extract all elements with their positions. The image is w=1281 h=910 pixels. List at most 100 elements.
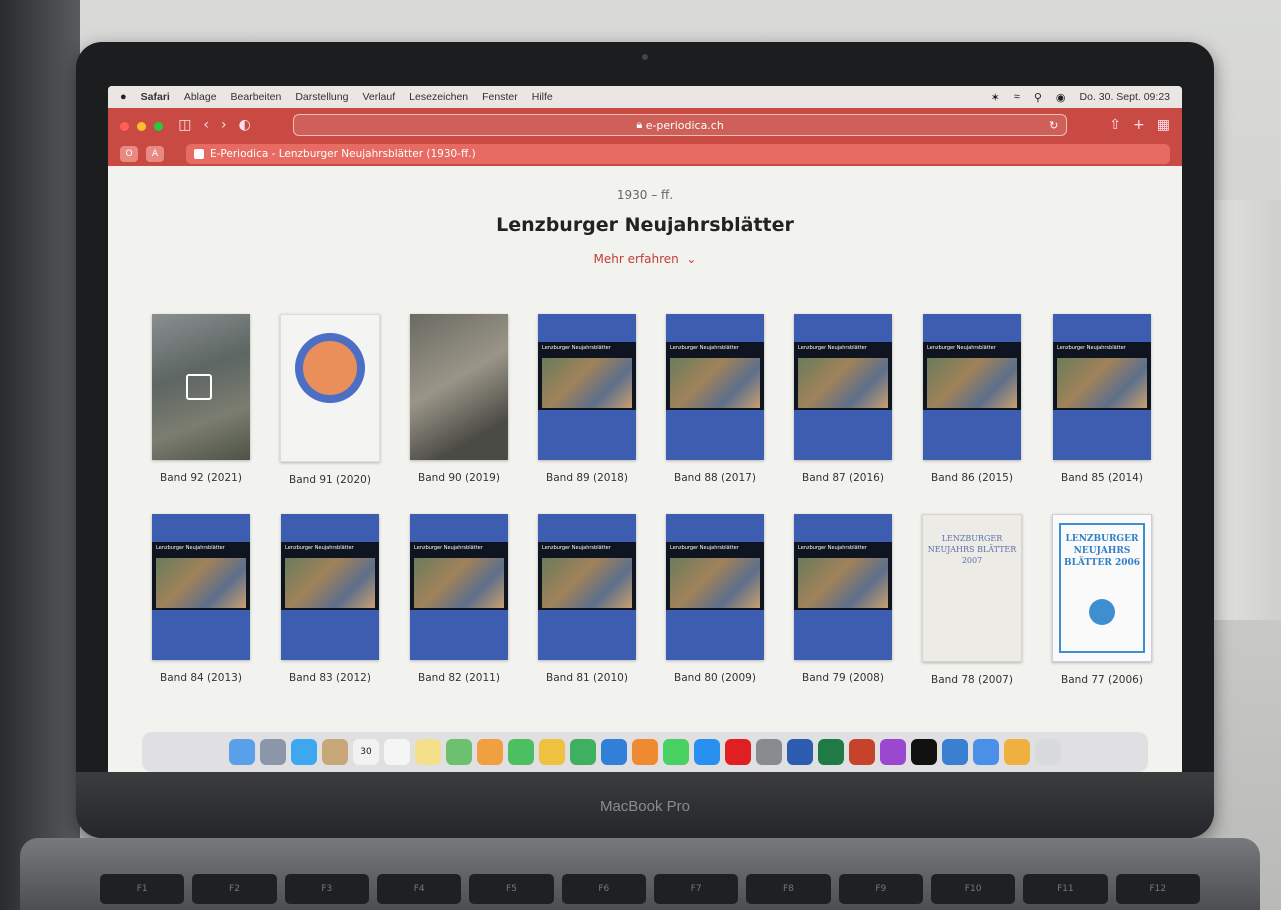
forward-icon[interactable]: › — [221, 117, 227, 133]
volume-label[interactable]: Band 79 (2008) — [802, 672, 884, 684]
dock-settings-icon[interactable] — [756, 739, 782, 765]
menu-darstellung[interactable]: Darstellung — [295, 91, 348, 103]
volume-item[interactable]: Lenzburger Neujahrsblätter Band 81 (2010) — [538, 514, 636, 686]
dock-pages-icon[interactable] — [1004, 739, 1030, 765]
volume-item[interactable]: Lenzburger Neujahrsblätter Band 89 (2018) — [538, 314, 636, 486]
volume-cover[interactable]: Lenzburger Neujahrsblätter — [923, 314, 1021, 460]
back-icon[interactable]: ‹ — [203, 117, 209, 133]
volume-item[interactable]: Band 91 (2020) — [280, 314, 380, 486]
menu-bearbeiten[interactable]: Bearbeiten — [231, 91, 282, 103]
dock-preview-icon[interactable] — [942, 739, 968, 765]
volume-label[interactable]: Band 80 (2009) — [674, 672, 756, 684]
volume-cover[interactable]: Lenzburger Neujahrsblätter — [666, 514, 764, 660]
volume-label[interactable]: Band 84 (2013) — [160, 672, 242, 684]
menu-hilfe[interactable]: Hilfe — [532, 91, 553, 103]
volume-item[interactable]: Lenzburger Neujahrsblätter Band 86 (2015) — [922, 314, 1022, 486]
volume-label[interactable]: Band 82 (2011) — [418, 672, 500, 684]
dock-maps-icon[interactable] — [446, 739, 472, 765]
volume-cover[interactable]: Lenzburger Neujahrsblätter — [1053, 314, 1151, 460]
volume-cover[interactable]: Lenzburger Neujahrsblätter — [538, 514, 636, 660]
wifi-icon[interactable]: ≈ — [1014, 91, 1020, 103]
pinned-tab-2[interactable]: A — [146, 146, 164, 162]
volume-item[interactable]: Band 92 (2021) — [152, 314, 250, 486]
dock-app-store-icon[interactable] — [694, 739, 720, 765]
spotlight-search-icon[interactable]: ⚲ — [1034, 91, 1042, 104]
dock-apple-tv-icon[interactable] — [911, 739, 937, 765]
dock-finder-icon[interactable] — [229, 739, 255, 765]
share-icon[interactable]: ⇧ — [1109, 117, 1121, 133]
volume-label[interactable]: Band 87 (2016) — [802, 472, 884, 484]
volume-cover[interactable]: Lenzburger Neujahrsblätter — [410, 514, 508, 660]
menu-ablage[interactable]: Ablage — [184, 91, 217, 103]
volume-cover[interactable]: Lenzburger Neujahrsblätter — [794, 314, 892, 460]
tab-overview-icon[interactable]: ▦ — [1157, 117, 1170, 133]
new-tab-icon[interactable]: + — [1133, 117, 1145, 133]
volume-label[interactable]: Band 85 (2014) — [1061, 472, 1143, 484]
apple-menu-icon[interactable]: ● — [120, 91, 127, 103]
dock-contacts-icon[interactable] — [322, 739, 348, 765]
dock-photos-icon[interactable] — [477, 739, 503, 765]
volume-item[interactable]: LENZBURGER NEUJAHRS BLÄTTER 2006 Band 77 … — [1052, 514, 1152, 686]
volume-item[interactable]: Band 90 (2019) — [410, 314, 508, 486]
volume-item[interactable]: Lenzburger Neujahrsblätter Band 85 (2014) — [1052, 314, 1152, 486]
pinned-tab-1[interactable]: O — [120, 146, 138, 162]
zoom-window-icon[interactable] — [154, 121, 164, 131]
dock-powerpoint-icon[interactable] — [849, 739, 875, 765]
dock-reminders-icon[interactable] — [384, 739, 410, 765]
minimize-window-icon[interactable] — [137, 121, 147, 131]
dock-podcasts-icon[interactable] — [880, 739, 906, 765]
volume-cover[interactable]: LENZBURGER NEUJAHRS BLÄTTER 2007 — [922, 514, 1022, 662]
dock-messages-icon[interactable] — [663, 739, 689, 765]
dock-launchpad-icon[interactable] — [260, 739, 286, 765]
volume-cover[interactable] — [410, 314, 508, 460]
volume-label[interactable]: Band 90 (2019) — [418, 472, 500, 484]
volume-label[interactable]: Band 88 (2017) — [674, 472, 756, 484]
privacy-shield-icon[interactable]: ◐ — [239, 117, 251, 133]
dock-trash-icon[interactable] — [1035, 739, 1061, 765]
menu-fenster[interactable]: Fenster — [482, 91, 518, 103]
volume-cover[interactable]: Lenzburger Neujahrsblätter — [152, 514, 250, 660]
dock-notes-icon[interactable] — [415, 739, 441, 765]
control-center-icon[interactable]: ◉ — [1056, 91, 1066, 104]
volume-cover[interactable]: Lenzburger Neujahrsblätter — [281, 514, 379, 660]
volume-item[interactable]: Lenzburger Neujahrsblätter Band 87 (2016) — [794, 314, 892, 486]
volume-item[interactable]: LENZBURGER NEUJAHRS BLÄTTER 2007 Band 78 … — [922, 514, 1022, 686]
volume-label[interactable]: Band 91 (2020) — [289, 474, 371, 486]
dock-facetime-icon[interactable] — [508, 739, 534, 765]
volume-item[interactable]: Lenzburger Neujahrsblätter Band 84 (2013) — [152, 514, 250, 686]
volume-cover[interactable] — [152, 314, 250, 460]
reload-icon[interactable]: ↻ — [1049, 119, 1058, 132]
dock-word-icon[interactable] — [787, 739, 813, 765]
volume-item[interactable]: Lenzburger Neujahrsblätter Band 82 (2011) — [410, 514, 508, 686]
dock-safari-icon[interactable] — [291, 739, 317, 765]
volume-item[interactable]: Lenzburger Neujahrsblätter Band 83 (2012) — [280, 514, 380, 686]
active-tab[interactable]: E-Periodica - Lenzburger Neujahrsblätter… — [186, 144, 1170, 164]
menu-lesezeichen[interactable]: Lesezeichen — [409, 91, 468, 103]
volume-label[interactable]: Band 83 (2012) — [289, 672, 371, 684]
volume-label[interactable]: Band 78 (2007) — [931, 674, 1013, 686]
address-bar[interactable]: 🔒︎ e-periodica.ch ↻ — [292, 114, 1068, 136]
dock-keynote-icon[interactable] — [601, 739, 627, 765]
volume-label[interactable]: Band 89 (2018) — [546, 472, 628, 484]
menu-clock[interactable]: Do. 30. Sept. 09:23 — [1080, 91, 1170, 103]
volume-label[interactable]: Band 92 (2021) — [160, 472, 242, 484]
volume-cover[interactable]: Lenzburger Neujahrsblätter — [666, 314, 764, 460]
volume-label[interactable]: Band 77 (2006) — [1061, 674, 1143, 686]
volume-cover[interactable] — [280, 314, 380, 462]
dock-acrobat-icon[interactable] — [725, 739, 751, 765]
dock-freeform-icon[interactable] — [539, 739, 565, 765]
bluetooth-icon[interactable]: ✶ — [991, 91, 1000, 104]
dock-books-icon[interactable] — [632, 739, 658, 765]
menu-app-safari[interactable]: Safari — [141, 91, 170, 103]
volume-cover[interactable]: Lenzburger Neujahrsblätter — [538, 314, 636, 460]
more-info-link[interactable]: Mehr erfahren ⌄ — [108, 252, 1182, 266]
volume-label[interactable]: Band 81 (2010) — [546, 672, 628, 684]
dock-numbers-icon[interactable] — [570, 739, 596, 765]
volume-cover[interactable]: Lenzburger Neujahrsblätter — [794, 514, 892, 660]
menu-verlauf[interactable]: Verlauf — [362, 91, 395, 103]
dock-mail-icon[interactable] — [973, 739, 999, 765]
volume-item[interactable]: Lenzburger Neujahrsblätter Band 80 (2009) — [666, 514, 764, 686]
close-window-icon[interactable] — [120, 121, 129, 131]
volume-cover[interactable]: LENZBURGER NEUJAHRS BLÄTTER 2006 — [1052, 514, 1152, 662]
dock-excel-icon[interactable] — [818, 739, 844, 765]
